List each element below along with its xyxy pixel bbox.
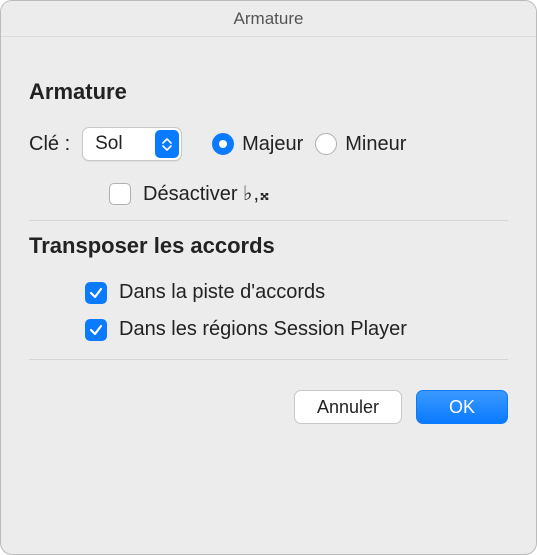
- flat-doublesharp-icon: ♭,𝄪: [243, 183, 270, 205]
- chord-track-checkbox[interactable]: [85, 282, 107, 304]
- session-player-label: Dans les régions Session Player: [119, 318, 407, 341]
- disable-accidentals-row: Désactiver ♭,𝄪: [109, 181, 508, 206]
- button-bar: Annuler OK: [1, 364, 536, 452]
- dialog-window: Armature Armature Clé : Sol Majeur Mineu…: [0, 0, 537, 555]
- chevron-up-down-icon: [155, 130, 179, 158]
- transpose-checks: Dans la piste d'accords Dans les régions…: [29, 281, 508, 341]
- cancel-button[interactable]: Annuler: [294, 390, 402, 424]
- disable-accidentals-label: Désactiver ♭,𝄪: [143, 181, 270, 206]
- major-radio-label: Majeur: [242, 133, 303, 156]
- key-popup-value: Sol: [95, 133, 122, 155]
- key-popup[interactable]: Sol: [82, 127, 182, 161]
- disable-accidentals-checkbox[interactable]: [109, 183, 131, 205]
- key-row: Clé : Sol Majeur Mineur: [29, 127, 508, 161]
- minor-radio[interactable]: [315, 133, 337, 155]
- window-title: Armature: [1, 1, 536, 37]
- ok-button[interactable]: OK: [416, 390, 508, 424]
- chord-track-row: Dans la piste d'accords: [85, 281, 508, 304]
- major-radio[interactable]: [212, 133, 234, 155]
- session-player-checkbox[interactable]: [85, 319, 107, 341]
- minor-radio-label: Mineur: [345, 133, 406, 156]
- transpose-section-title: Transposer les accords: [29, 233, 508, 259]
- session-player-row: Dans les régions Session Player: [85, 318, 508, 341]
- separator: [29, 220, 508, 221]
- key-label: Clé :: [29, 133, 70, 156]
- chord-track-label: Dans la piste d'accords: [119, 281, 325, 304]
- dialog-content: Armature Clé : Sol Majeur Mineur: [1, 37, 536, 360]
- armature-section-title: Armature: [29, 79, 508, 105]
- major-radio-group[interactable]: Majeur: [212, 133, 303, 156]
- separator: [29, 359, 508, 360]
- minor-radio-group[interactable]: Mineur: [315, 133, 406, 156]
